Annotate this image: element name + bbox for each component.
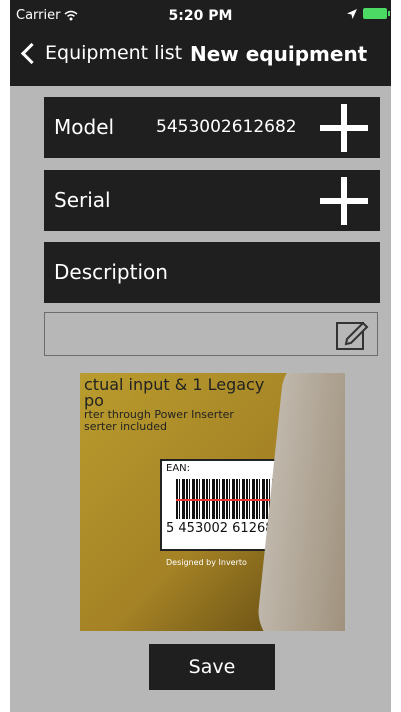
serial-label: Serial — [54, 188, 111, 212]
serial-row: Serial — [44, 170, 380, 231]
description-input[interactable] — [44, 312, 378, 356]
back-label: Equipment list — [45, 42, 183, 64]
add-model-button[interactable] — [320, 104, 368, 152]
top-bar: Carrier 5:20 PM Equipment list New equip… — [10, 0, 391, 86]
description-label: Description — [54, 260, 168, 284]
scanned-photo: ctual input & 1 Legacy po rter through P… — [80, 373, 345, 631]
back-button[interactable]: Equipment list — [18, 42, 182, 64]
model-row: Model 5453002612682 — [44, 97, 380, 158]
status-bar: Carrier 5:20 PM — [10, 0, 391, 34]
status-right — [347, 8, 390, 19]
photo-header-text: ctual input & 1 Legacy po rter through P… — [80, 373, 288, 433]
photo-text-line3: serter included — [84, 420, 167, 433]
ean-label: EAN: — [166, 463, 191, 474]
add-serial-button[interactable] — [320, 177, 368, 225]
model-value: 5453002612682 — [156, 117, 297, 137]
location-arrow-icon — [347, 8, 357, 19]
navigation-bar: Equipment list New equipment — [10, 36, 391, 80]
page-title: New equipment — [190, 42, 368, 66]
photo-text-line1: ctual input & 1 Legacy po — [84, 375, 265, 410]
description-row: Description — [44, 242, 380, 303]
barcode-meta: Designed by Inverto — [166, 558, 247, 567]
model-label: Model — [54, 115, 115, 139]
battery-icon — [363, 8, 390, 19]
status-time: 5:20 PM — [168, 8, 233, 24]
barcode-digits: 5 453002 612682 — [166, 521, 282, 536]
chevron-left-icon — [20, 42, 43, 64]
save-button[interactable]: Save — [149, 644, 275, 690]
edit-icon[interactable] — [335, 317, 369, 351]
content-area: Model 5453002612682 Serial Description c… — [10, 86, 391, 712]
